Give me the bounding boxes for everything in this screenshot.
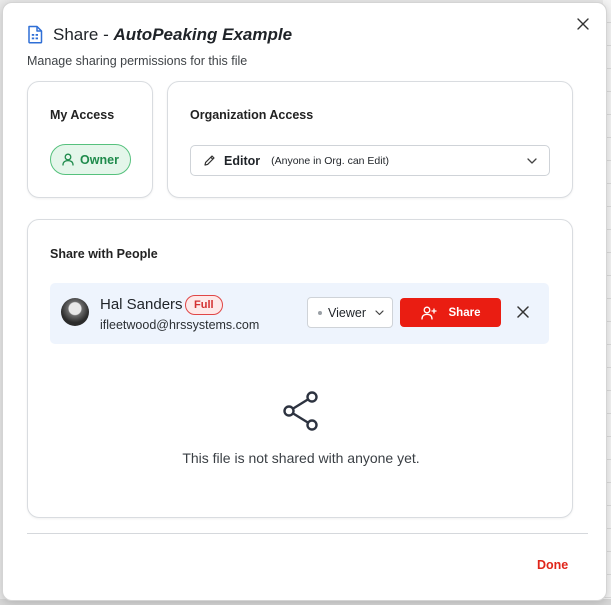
close-icon (577, 18, 589, 30)
person-row: Hal Sanders Full ifleetwood@hrssystems.c… (50, 283, 549, 344)
share-button-label: Share (448, 306, 481, 319)
avatar (61, 298, 89, 326)
my-access-title: My Access (50, 108, 115, 122)
share-with-people-card: Share with People Hal Sanders Full iflee… (27, 219, 573, 518)
my-access-card: My Access Owner (27, 81, 153, 198)
dialog-subtitle: Manage sharing permissions for this file (27, 54, 248, 68)
share-dialog: Share - AutoPeaking Example Manage shari… (2, 2, 607, 601)
spreadsheet-file-icon (27, 25, 45, 45)
close-button[interactable] (574, 15, 592, 33)
dialog-header: Share - AutoPeaking Example Manage shari… (27, 25, 292, 68)
status-dot-icon (318, 310, 322, 315)
close-icon (517, 306, 529, 318)
organization-role-description: (Anyone in Org. can Edit) (271, 154, 389, 167)
chevron-down-icon (527, 157, 537, 164)
done-button[interactable]: Done (533, 556, 572, 574)
owner-badge: Owner (50, 144, 131, 175)
user-icon (62, 153, 74, 166)
footer-divider (27, 533, 588, 534)
share-with-people-title: Share with People (50, 247, 158, 261)
file-name: AutoPeaking Example (113, 25, 293, 44)
person-role-label: Viewer (328, 305, 366, 320)
add-user-icon (420, 306, 437, 320)
remove-person-button[interactable] (515, 304, 531, 320)
title-prefix: Share - (53, 25, 109, 44)
share-nodes-icon (282, 390, 320, 437)
pencil-icon (204, 155, 215, 166)
full-access-badge: Full (185, 295, 223, 315)
chevron-down-icon (375, 309, 384, 316)
organization-access-select[interactable]: Editor (Anyone in Org. can Edit) (190, 145, 550, 176)
dialog-title: Share - AutoPeaking Example (53, 25, 292, 45)
person-email: ifleetwood@hrssystems.com (100, 318, 260, 332)
owner-label: Owner (80, 152, 119, 167)
empty-state-text: This file is not shared with anyone yet. (182, 450, 420, 466)
organization-role: Editor (224, 153, 261, 168)
person-name: Hal Sanders (100, 296, 183, 313)
organization-access-card: Organization Access Editor (Anyone in Or… (167, 81, 573, 198)
share-button[interactable]: Share (400, 298, 501, 327)
person-role-select[interactable]: Viewer (307, 297, 393, 328)
organization-access-title: Organization Access (190, 108, 314, 122)
